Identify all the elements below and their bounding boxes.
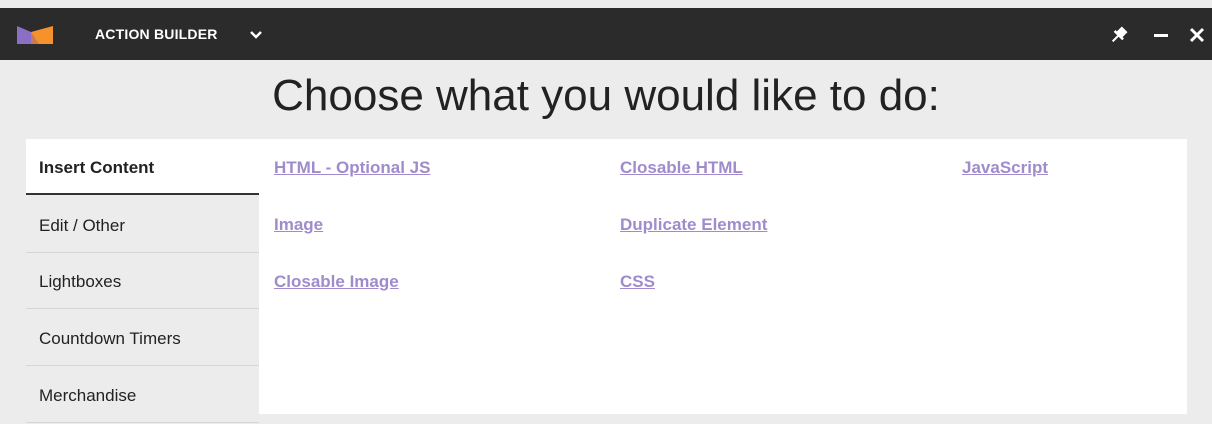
page-heading: Choose what you would like to do: <box>272 71 940 120</box>
option-duplicate-element[interactable]: Duplicate Element <box>620 215 767 235</box>
app-title: ACTION BUILDER <box>95 26 218 42</box>
option-closable-html[interactable]: Closable HTML <box>620 158 743 178</box>
title-bar: ACTION BUILDER <box>0 8 1212 60</box>
option-javascript[interactable]: JavaScript <box>962 158 1048 178</box>
close-icon[interactable] <box>1186 24 1208 46</box>
category-sidebar: Insert Content Edit / Other Lightboxes C… <box>26 139 259 423</box>
minimize-icon[interactable] <box>1150 24 1172 46</box>
option-image[interactable]: Image <box>274 215 323 235</box>
option-css[interactable]: CSS <box>620 272 655 292</box>
tab-countdown-timers[interactable]: Countdown Timers <box>26 310 259 366</box>
chevron-down-icon[interactable] <box>246 25 266 45</box>
pin-icon[interactable] <box>1108 24 1130 46</box>
tab-lightboxes[interactable]: Lightboxes <box>26 253 259 309</box>
app-logo-icon <box>17 26 53 44</box>
tab-edit-other[interactable]: Edit / Other <box>26 197 259 253</box>
option-html-optional-js[interactable]: HTML - Optional JS <box>274 158 430 178</box>
tab-merchandise[interactable]: Merchandise <box>26 367 259 423</box>
tab-insert-content[interactable]: Insert Content <box>26 139 259 195</box>
action-panel: Insert Content Edit / Other Lightboxes C… <box>26 139 1187 423</box>
option-closable-image[interactable]: Closable Image <box>274 272 399 292</box>
